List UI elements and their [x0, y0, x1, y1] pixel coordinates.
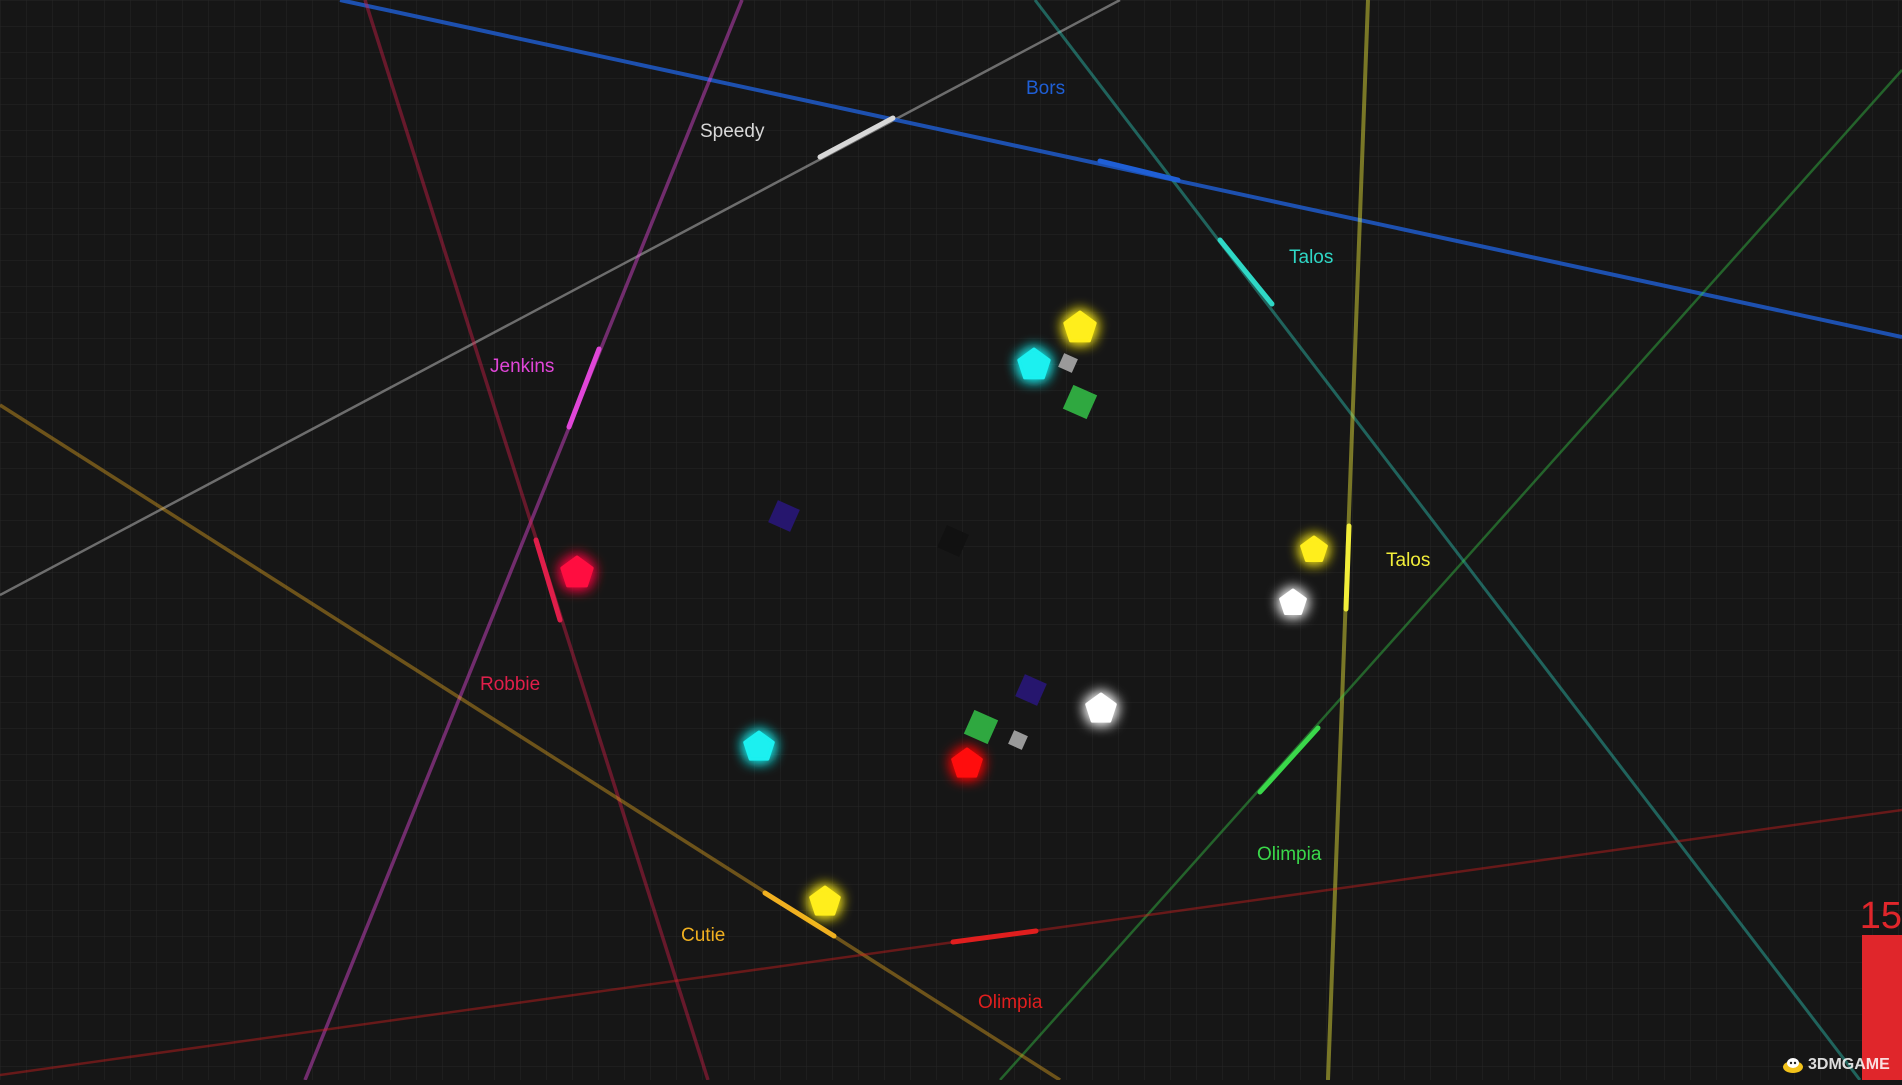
player-label-olimpia-green: Olimpia	[1257, 844, 1322, 865]
player-label-robbie: Robbie	[480, 674, 540, 695]
player-label-speedy: Speedy	[700, 121, 765, 142]
player-label-cutie: Cutie	[681, 925, 725, 946]
watermark: 3DMGAME	[1782, 1052, 1890, 1078]
player-label-jenkins: Jenkins	[490, 356, 554, 377]
watermark-logo-icon	[1782, 1056, 1804, 1074]
watermark-text: 3DMGAME	[1808, 1056, 1890, 1074]
player-label-olimpia-red: Olimpia	[978, 992, 1043, 1013]
score-counter: 15	[1858, 896, 1902, 936]
arena-canvas: Speedy Bors Talos Jenkins Talos Robbie Olimpia…	[0, 0, 1902, 1080]
game-arena[interactable]: Speedy Bors Talos Jenkins Talos Robbie Olimpia…	[0, 0, 1902, 1080]
player-head-talos-yellow	[1346, 526, 1349, 609]
player-label-talos-teal: Talos	[1289, 247, 1333, 268]
player-label-talos-yellow: Talos	[1386, 550, 1430, 571]
player-label-bors: Bors	[1026, 78, 1065, 99]
